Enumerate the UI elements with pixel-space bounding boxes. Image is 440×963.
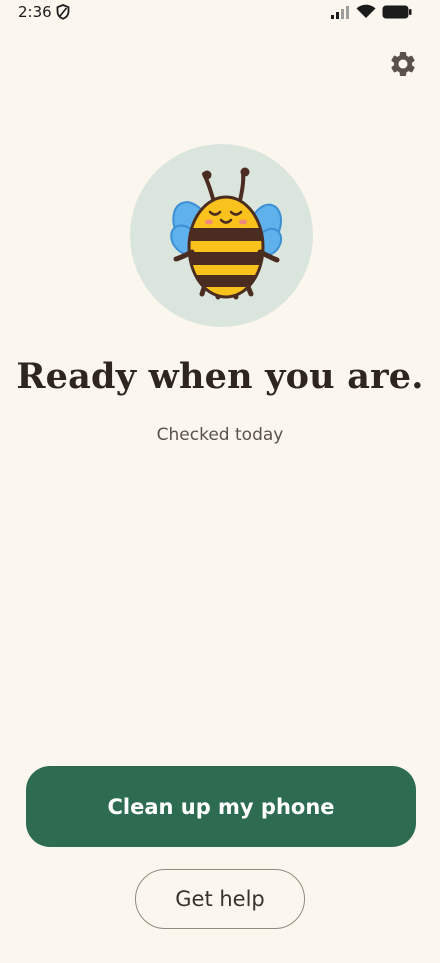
page-title: Ready when you are.: [16, 356, 424, 397]
status-bar: 2:36: [0, 0, 440, 26]
shield-icon: [56, 4, 70, 20]
wifi-icon: [356, 4, 376, 18]
clean-up-button[interactable]: Clean up my phone: [26, 766, 416, 847]
bee-mascot-icon: [170, 167, 283, 300]
settings-button[interactable]: [386, 47, 420, 81]
mascot-circle: [130, 144, 313, 327]
signal-icon: [331, 5, 349, 19]
status-icons: [330, 4, 412, 19]
gear-icon: [391, 51, 415, 76]
battery-icon: [382, 5, 412, 18]
get-help-button[interactable]: Get help: [135, 869, 305, 929]
status-text: Checked today: [156, 425, 284, 445]
status-time: 2:36: [18, 3, 52, 21]
